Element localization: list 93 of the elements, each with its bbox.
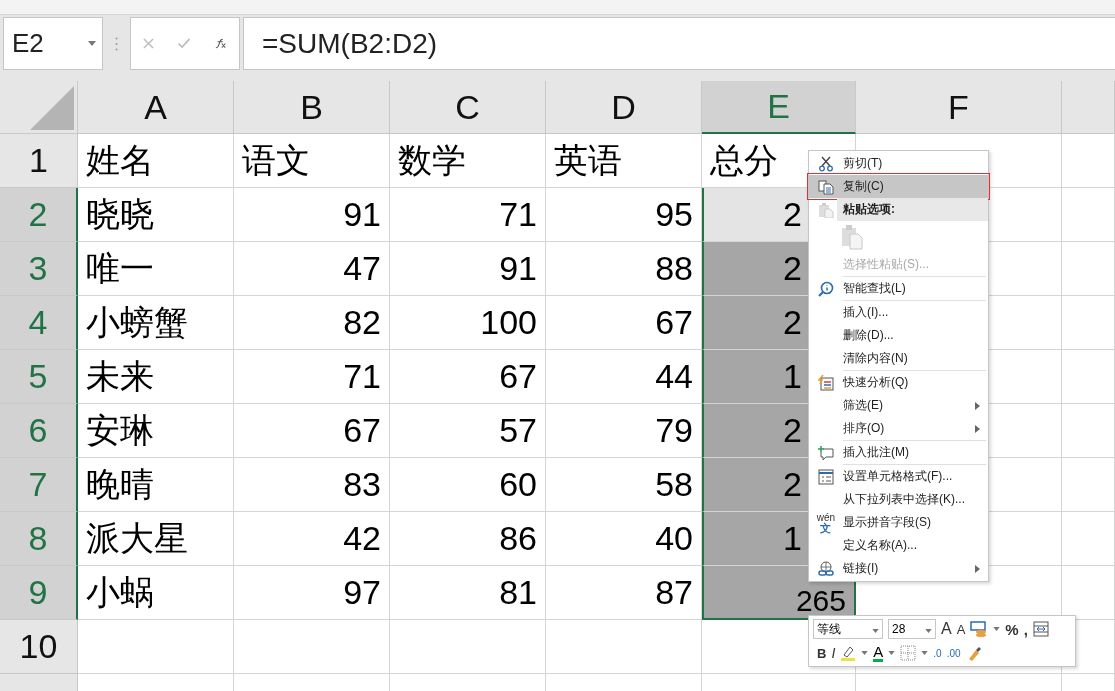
pinyin-icon: wén 文	[816, 511, 836, 534]
table-cell	[1062, 296, 1115, 350]
grow-font-button[interactable]: A	[941, 620, 952, 638]
table-cell: 小螃蟹	[78, 296, 234, 350]
submenu-arrow-icon	[975, 564, 980, 573]
check-icon[interactable]	[177, 38, 192, 49]
row-header[interactable]: 9	[0, 566, 78, 620]
table-cell	[1062, 458, 1115, 512]
column-width-icon[interactable]	[1032, 621, 1049, 637]
shrink-font-button[interactable]: A	[956, 621, 966, 637]
column-header[interactable]: C	[390, 81, 546, 134]
row-header[interactable]: 5	[0, 350, 78, 404]
copy-icon	[818, 178, 834, 195]
table-cell: 91	[234, 188, 390, 242]
table-cell: 语文	[234, 134, 390, 188]
table-cell	[1062, 188, 1115, 242]
decrease-decimal-button[interactable]: .00	[946, 647, 961, 659]
submenu-arrow-icon	[975, 401, 980, 410]
menu-item[interactable]: 复制(C)	[809, 175, 988, 198]
row-header[interactable]: 6	[0, 404, 78, 458]
column-header[interactable]: A	[78, 81, 234, 134]
row-header[interactable]: 8	[0, 512, 78, 566]
table-cell	[1062, 350, 1115, 404]
column-header[interactable]: F	[856, 81, 1062, 134]
formula-field[interactable]: =SUM(B2:D2)	[243, 17, 1115, 70]
increase-decimal-button[interactable]: .0	[933, 647, 942, 659]
table-cell: 86	[390, 512, 546, 566]
table-cell: 97	[234, 566, 390, 620]
row-header[interactable]: 4	[0, 296, 78, 350]
dropdown-icon[interactable]	[925, 629, 932, 633]
column-header[interactable]: B	[234, 81, 390, 134]
font-color-button[interactable]: A	[873, 644, 884, 662]
italic-button[interactable]: I	[831, 645, 836, 661]
row-header[interactable]: 10	[0, 620, 78, 674]
row-header[interactable]: 3	[0, 242, 78, 296]
table-cell: 派大星	[78, 512, 234, 566]
table-cell: 数学	[390, 134, 546, 188]
table-cell: 42	[234, 512, 390, 566]
chart-list-icon	[818, 374, 834, 391]
table-cell: 83	[234, 458, 390, 512]
table-cell: 47	[234, 242, 390, 296]
table-cell	[1062, 134, 1115, 188]
magnifier-icon	[818, 280, 834, 297]
table-cell: 100	[390, 296, 546, 350]
table-cell	[1062, 404, 1115, 458]
clipboard-icon	[818, 201, 834, 218]
dropdown-icon[interactable]	[888, 651, 896, 655]
table-cell: 67	[390, 350, 546, 404]
grip-icon	[115, 37, 118, 51]
table-cell: 唯一	[78, 242, 234, 296]
accounting-icon[interactable]	[970, 621, 989, 637]
dropdown-icon[interactable]	[861, 651, 869, 655]
scissors-icon	[818, 155, 834, 172]
function-icon[interactable]	[215, 38, 228, 49]
highlighter-icon[interactable]	[840, 645, 857, 661]
form-icon	[818, 468, 834, 485]
name-box[interactable]: E2	[3, 17, 103, 70]
bold-button[interactable]: B	[817, 645, 827, 661]
row-header[interactable]: 1	[0, 134, 78, 188]
column-header[interactable]: E	[702, 81, 856, 134]
row-header[interactable]: 7	[0, 458, 78, 512]
font-size-field[interactable]: 28	[888, 619, 936, 639]
table-cell: 81	[390, 566, 546, 620]
table-cell: 57	[390, 404, 546, 458]
percent-button[interactable]: %	[1005, 620, 1019, 638]
dropdown-icon[interactable]	[993, 627, 1001, 631]
dropdown-icon[interactable]	[88, 41, 96, 46]
table-cell: 71	[234, 350, 390, 404]
comment-icon	[818, 444, 834, 461]
dropdown-icon[interactable]	[872, 629, 879, 633]
link-icon	[818, 560, 834, 577]
table-cell: 82	[234, 296, 390, 350]
table-cell: 姓名	[78, 134, 234, 188]
table-cell: 60	[390, 458, 546, 512]
font-field[interactable]: 等线	[813, 619, 883, 639]
table-cell: 71	[390, 188, 546, 242]
column-header[interactable]: D	[546, 81, 702, 134]
table-cell: 未来	[78, 350, 234, 404]
table-cell: 小蜗	[78, 566, 234, 620]
table-cell: 英语	[546, 134, 702, 188]
table-cell: 91	[390, 242, 546, 296]
table-cell: 晓晓	[78, 188, 234, 242]
formula-text: =SUM(B2:D2)	[262, 27, 438, 60]
submenu-arrow-icon	[975, 424, 980, 433]
dropdown-icon[interactable]	[921, 651, 929, 655]
row-header[interactable]: 2	[0, 188, 78, 242]
table-cell	[1062, 242, 1115, 296]
table-cell: 晚晴	[78, 458, 234, 512]
table-cell	[1062, 512, 1115, 566]
table-cell: 安琳	[78, 404, 234, 458]
table-cell: 67	[234, 404, 390, 458]
comma-button[interactable]: ,	[1023, 620, 1028, 638]
cell-reference: E2	[12, 28, 44, 59]
